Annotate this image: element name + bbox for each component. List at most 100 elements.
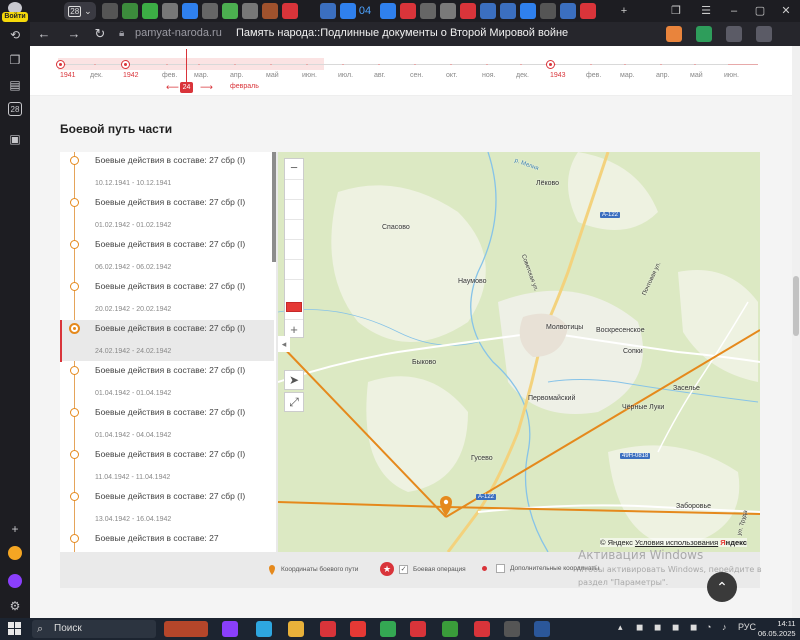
fullscreen-icon[interactable]: ⤢: [284, 392, 304, 412]
tab-favicon[interactable]: [480, 3, 496, 19]
windows-start-icon[interactable]: [8, 622, 21, 635]
apps-icon[interactable]: ▣: [6, 130, 24, 148]
downloads-icon[interactable]: [756, 26, 772, 42]
shield-icon[interactable]: [696, 26, 712, 42]
timeline-label[interactable]: май: [690, 72, 703, 79]
list-item[interactable]: Боевые действия в составе: 27: [60, 530, 274, 552]
tabs-count-icon[interactable]: 28: [8, 102, 22, 116]
tab-favicon[interactable]: [500, 3, 516, 19]
list-item[interactable]: Боевые действия в составе: 27 сбр (I) 10.…: [60, 152, 274, 193]
taskbar-app-icon[interactable]: [222, 621, 238, 637]
tab-favicon[interactable]: [282, 3, 298, 19]
tab-favicon[interactable]: [242, 3, 258, 19]
tab-favicon[interactable]: [122, 3, 138, 19]
taskbar-app-icon[interactable]: [534, 621, 550, 637]
tab-favicon[interactable]: [142, 3, 158, 19]
timeline-label[interactable]: апр.: [656, 72, 670, 79]
list-item[interactable]: Боевые действия в составе: 27 сбр (I) 01.…: [60, 362, 274, 403]
timeline-current-day[interactable]: 24: [180, 82, 193, 93]
history-icon[interactable]: ⟲: [6, 26, 24, 44]
downloads-icon[interactable]: ▤: [6, 76, 24, 94]
new-tab-icon[interactable]: +: [616, 3, 632, 19]
extra-coords-checkbox[interactable]: [496, 564, 505, 573]
timeline-next-arrow[interactable]: ⟶: [200, 82, 213, 93]
add-icon[interactable]: +: [6, 520, 24, 538]
tray-icon[interactable]: ▴: [618, 622, 623, 633]
tab-favicon[interactable]: [440, 3, 456, 19]
taskbar-search[interactable]: ⌕ Поиск: [32, 620, 156, 638]
taskbar-app-icon[interactable]: [410, 621, 426, 637]
timeline-label[interactable]: апр.: [230, 72, 244, 79]
zoom-in-icon[interactable]: +: [285, 322, 303, 337]
clock[interactable]: 14:11 06.05.2025: [758, 619, 796, 639]
timeline-label[interactable]: мар.: [194, 72, 209, 79]
timeline-label[interactable]: сен.: [410, 72, 423, 79]
scroll-to-top-button[interactable]: ⌃: [707, 572, 737, 602]
list-item[interactable]: Боевые действия в составе: 27 сбр (I) 24.…: [60, 320, 274, 362]
timeline-label[interactable]: фев.: [586, 72, 601, 79]
signin-button[interactable]: Войти: [2, 2, 28, 22]
timeline-label[interactable]: 1941: [60, 72, 76, 79]
taskbar-app-icon[interactable]: [442, 621, 458, 637]
tab-favicon[interactable]: [520, 3, 536, 19]
tab-favicon[interactable]: [182, 3, 198, 19]
tray-icon[interactable]: ◼: [654, 622, 661, 633]
tab-favicon[interactable]: [580, 3, 596, 19]
timeline-label[interactable]: ноя.: [482, 72, 496, 79]
tab-favicon[interactable]: [320, 3, 336, 19]
taskbar-app-icon[interactable]: [320, 621, 336, 637]
tab-favicon[interactable]: [400, 3, 416, 19]
reader-icon[interactable]: [726, 26, 742, 42]
map[interactable]: − + ➤ ⤢ Лёково Спасово Наумово Молвотицы…: [278, 152, 760, 552]
geolocation-icon[interactable]: ➤: [284, 370, 304, 390]
timeline-marker-1941[interactable]: [56, 60, 65, 69]
timeline-label[interactable]: дек.: [90, 72, 103, 79]
wifi-icon[interactable]: ◔: [706, 622, 711, 632]
extension-icon[interactable]: [666, 26, 682, 42]
terms-link[interactable]: Условия использования: [635, 538, 718, 547]
timeline-label[interactable]: май: [266, 72, 279, 79]
taskbar-app-icon[interactable]: [474, 621, 490, 637]
list-scrollbar-thumb[interactable]: [272, 152, 276, 262]
timeline-label[interactable]: июн.: [302, 72, 317, 79]
timeline-label[interactable]: авг.: [374, 72, 385, 79]
list-item[interactable]: Боевые действия в составе: 27 сбр (I) 11.…: [60, 446, 274, 487]
back-icon[interactable]: ←: [36, 26, 52, 42]
taskbar-app-icon[interactable]: [350, 621, 366, 637]
tab-favicon[interactable]: [102, 3, 118, 19]
timeline-prev-arrow[interactable]: ⟵: [166, 82, 179, 93]
taskbar-app-icon[interactable]: [504, 621, 520, 637]
minimize-icon[interactable]: –: [726, 3, 742, 19]
forward-icon[interactable]: →: [66, 26, 82, 42]
tab-favicon[interactable]: [340, 3, 356, 19]
tab-favicon[interactable]: [262, 3, 278, 19]
taskbar-app-icon[interactable]: [256, 621, 272, 637]
close-icon[interactable]: ✕: [778, 3, 794, 19]
page-scrollbar[interactable]: [792, 46, 800, 618]
tab-favicon[interactable]: [540, 3, 556, 19]
tray-icon[interactable]: ◼: [636, 622, 643, 633]
language-indicator[interactable]: РУС: [738, 622, 756, 632]
collapse-list-button[interactable]: ◂: [278, 336, 290, 352]
timeline-marker-1942[interactable]: [121, 60, 130, 69]
tab-manager-icon[interactable]: ❐: [668, 3, 684, 19]
volume-icon[interactable]: ♪: [722, 622, 727, 632]
timeline-label[interactable]: июн.: [724, 72, 739, 79]
tray-icon[interactable]: ◼: [672, 622, 679, 633]
list-item[interactable]: Боевые действия в составе: 27 сбр (I) 01.…: [60, 194, 274, 235]
yandex-logo[interactable]: Яндекс: [720, 538, 747, 547]
timeline-label[interactable]: 1942: [123, 72, 139, 79]
settings-icon[interactable]: ⚙: [6, 597, 24, 615]
taskbar-news-widget[interactable]: [164, 621, 208, 637]
url-text[interactable]: pamyat-naroda.ru: [135, 27, 222, 39]
taskbar-app-icon[interactable]: [288, 621, 304, 637]
tab-favicon[interactable]: [162, 3, 178, 19]
bookmarks-icon[interactable]: ☰: [698, 3, 714, 19]
list-item[interactable]: Боевые действия в составе: 27 сбр (I) 01.…: [60, 404, 274, 445]
page-scrollbar-thumb[interactable]: [793, 276, 799, 336]
timeline-label[interactable]: июл.: [338, 72, 353, 79]
page-title-text[interactable]: Память народа::Подлинные документы о Вто…: [236, 27, 568, 39]
tab-favicon[interactable]: [560, 3, 576, 19]
list-item[interactable]: Боевые действия в составе: 27 сбр (I) 13.…: [60, 488, 274, 529]
list-item[interactable]: Боевые действия в составе: 27 сбр (I) 06.…: [60, 236, 274, 277]
